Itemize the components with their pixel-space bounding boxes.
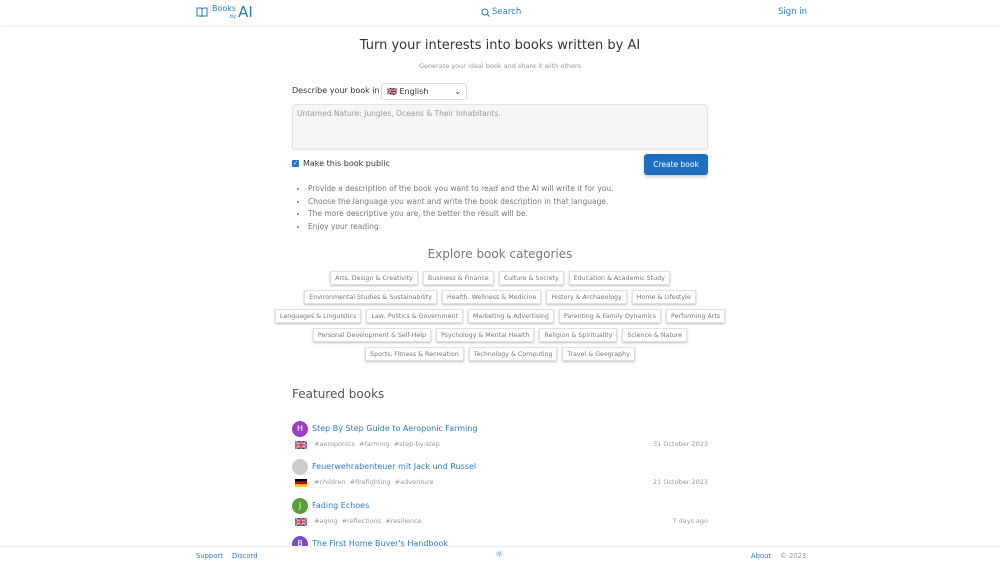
language-select[interactable]: 🇬🇧 English ⌄ [381,83,467,100]
category-tag[interactable]: Education & Academic Study [568,271,670,285]
categories-list: Arts, Design & Creativity Business & Fina… [272,271,728,361]
category-tag[interactable]: Arts, Design & Creativity [330,271,418,285]
logo[interactable]: Books by AI [196,4,253,21]
tips-list: Provide a description of the book you wa… [308,184,614,234]
public-label: Make this book public [303,159,390,168]
category-tag[interactable]: Sports, Fitness & Recreation [365,347,464,361]
flag-de-icon [295,479,307,487]
category-tag[interactable]: Home & Lifestyle [631,290,696,304]
category-tag[interactable]: Languages & Linguistics [274,309,362,323]
category-tag[interactable]: Technology & Computing [468,347,558,361]
category-tag[interactable]: Personal Development & Self-Help [312,328,432,342]
category-tag[interactable]: Travel & Geography [562,347,635,361]
book-tags: #children #firefighting #adventure [314,478,434,486]
public-checkbox[interactable]: ✓ [292,160,299,167]
logo-by: by [230,14,237,20]
logo-books: Books [212,4,237,13]
categories-heading: Explore book categories [427,247,573,261]
category-tag[interactable]: Religion & Spirituality [539,328,618,342]
language-value: 🇬🇧 English [387,87,429,96]
page-subtitle: Generate your ideal book and share it wi… [418,62,582,70]
author-avatar: H [292,421,308,437]
copyright: © 2023 [780,552,807,560]
category-tag[interactable]: Science & Nature [622,328,688,342]
chevron-down-icon: ⌄ [454,87,461,96]
category-tag[interactable]: Performing Arts [666,309,726,323]
tip: Choose the language you want and write t… [308,197,614,210]
book-title-link[interactable]: Step By Step Guide to Aeroponic Farming [312,424,477,433]
search-label: Search [492,7,522,17]
category-tag[interactable]: Culture & Society [498,271,564,285]
book-title-link[interactable]: Fading Echoes [312,501,369,510]
book-tags: #aeroponics #farming #step-by-step [314,440,440,448]
category-tag[interactable]: Psychology & Mental Health [436,328,535,342]
tip: Provide a description of the book you wa… [308,184,614,197]
category-tag[interactable]: Business & Finance [422,271,494,285]
tip: The more descriptive you are, the better… [308,209,614,222]
search-icon [481,8,490,17]
support-link[interactable]: Support [196,552,223,560]
theme-toggle-sun-icon[interactable]: ☼ [495,550,503,560]
footer: Support Discord ☼ About © 2023 [0,546,1000,563]
book-description-input[interactable]: Untamed Nature: Jungles, Oceans & Their … [292,104,708,150]
category-tag[interactable]: Parenting & Family Dynamics [558,309,662,323]
book-title-link[interactable]: Feuerwehrabenteuer mit Jack und Russel [312,462,476,471]
about-link[interactable]: About [751,552,771,560]
create-book-button[interactable]: Create book [644,154,708,175]
describe-label: Describe your book in [292,86,380,95]
book-tags: #aging #reflections #resilience [314,517,422,525]
flag-uk-icon [294,440,308,450]
header: Books by AI Search Sign in [0,0,1000,25]
discord-link[interactable]: Discord [232,552,258,560]
logo-ai: AI [238,3,253,21]
author-avatar [292,459,308,475]
flag-uk-icon [294,517,308,527]
book-date: 7 days ago [672,517,708,525]
book-date: 21 October 2023 [653,478,708,486]
book-icon [196,7,208,17]
category-tag[interactable]: Law, Politics & Government [366,309,463,323]
tip: Enjoy your reading. [308,222,614,235]
page-title: Turn your interests into books written b… [359,38,641,53]
author-avatar: J [292,498,308,514]
category-tag[interactable]: Environmental Studies & Sustainability [304,290,437,304]
category-tag[interactable]: Health, Wellness & Medicine [441,290,542,304]
sign-in-link[interactable]: Sign in [778,7,807,17]
category-tag[interactable]: Marketing & Advertising [467,309,554,323]
featured-heading: Featured books [292,387,385,401]
public-toggle[interactable]: ✓ Make this book public [292,159,390,168]
book-date: 31 October 2023 [653,440,708,448]
category-tag[interactable]: History & Archaeology [546,290,627,304]
search-link[interactable]: Search [481,7,521,17]
